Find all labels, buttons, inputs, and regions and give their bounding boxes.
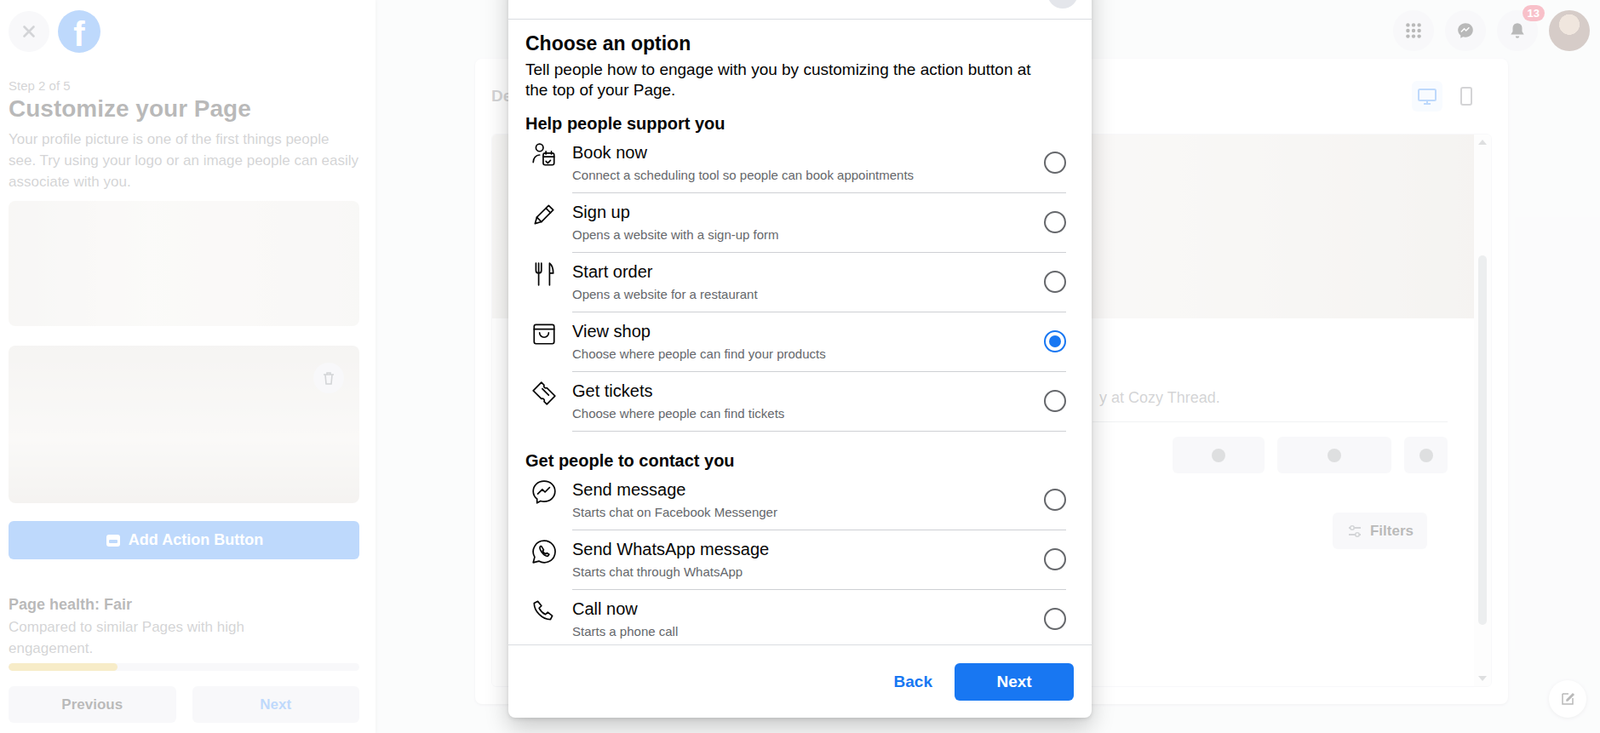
action-button-dialog: Choose an option Tell people how to engag… — [508, 0, 1092, 718]
option-label: Call now — [572, 598, 678, 620]
messenger-icon — [530, 478, 558, 506]
modal-layer: Choose an option Tell people how to engag… — [0, 0, 1600, 733]
utensils-icon — [530, 260, 558, 288]
option-section: Help people support you Book now Connect a… — [525, 113, 1067, 432]
option-row[interactable]: View shop Choose where people can find yo… — [525, 312, 1067, 373]
radio-button[interactable] — [1043, 548, 1067, 571]
option-label: Book now — [572, 142, 914, 163]
dialog-close-button[interactable] — [1047, 0, 1079, 9]
option-label: View shop — [572, 321, 826, 342]
next-button[interactable]: Next — [954, 663, 1074, 701]
dialog-header — [508, 0, 1092, 20]
option-row[interactable]: Sign up Opens a website with a sign-up fo… — [525, 193, 1067, 253]
option-description: Opens a website for a restaurant — [572, 286, 758, 303]
page: fStep 2 of 5Customize your PageYour prof… — [0, 0, 1600, 733]
option-label: Send message — [572, 479, 778, 500]
option-row[interactable]: Book now Connect a scheduling tool so peo… — [525, 133, 1067, 194]
ticket-icon — [530, 379, 558, 408]
option-label: Start order — [572, 261, 758, 282]
section-title: Get people to contact you — [525, 450, 1067, 471]
shop-icon — [530, 320, 558, 348]
radio-button[interactable] — [1043, 488, 1067, 511]
option-row[interactable]: Get tickets Choose where people can find … — [525, 372, 1067, 432]
option-description: Starts a phone call — [572, 624, 678, 640]
dialog-title: Choose an option — [525, 31, 1067, 56]
option-row[interactable]: Call now Starts a phone call — [525, 590, 1067, 645]
option-row[interactable]: Start order Opens a website for a restaur… — [525, 252, 1067, 313]
back-button[interactable]: Back — [883, 663, 943, 701]
dialog-footer: Back Next — [508, 644, 1092, 718]
option-description: Opens a website with a sign-up form — [572, 227, 780, 243]
radio-button[interactable] — [1043, 389, 1067, 413]
option-description: Starts chat through WhatsApp — [572, 564, 769, 580]
option-description: Starts chat on Facebook Messenger — [572, 504, 778, 521]
radio-button[interactable] — [1043, 607, 1067, 631]
section-title: Help people support you — [525, 113, 1067, 134]
book-icon — [530, 141, 558, 169]
option-label: Get tickets — [572, 380, 785, 402]
radio-button[interactable] — [1043, 151, 1067, 174]
radio-button[interactable] — [1043, 211, 1067, 234]
whatsapp-icon — [530, 538, 558, 566]
pencil-icon — [530, 200, 558, 229]
dialog-description: Tell people how to engage with you by cu… — [525, 59, 1054, 101]
option-description: Choose where people can find your produc… — [572, 346, 826, 362]
radio-button[interactable] — [1043, 330, 1067, 353]
option-row[interactable]: Send WhatsApp message Starts chat through… — [525, 530, 1067, 591]
phone-icon — [530, 597, 558, 626]
radio-button[interactable] — [1043, 270, 1067, 293]
option-section: Get people to contact you Send message Sta… — [525, 450, 1067, 645]
option-label: Sign up — [572, 201, 780, 223]
option-description: Connect a scheduling tool so people can … — [572, 167, 914, 184]
option-label: Send WhatsApp message — [572, 539, 769, 560]
option-description: Choose where people can find tickets — [572, 406, 785, 422]
option-row[interactable]: Send message Starts chat on Facebook Mess… — [525, 470, 1067, 531]
dialog-body: Choose an option Tell people how to engag… — [508, 19, 1092, 645]
